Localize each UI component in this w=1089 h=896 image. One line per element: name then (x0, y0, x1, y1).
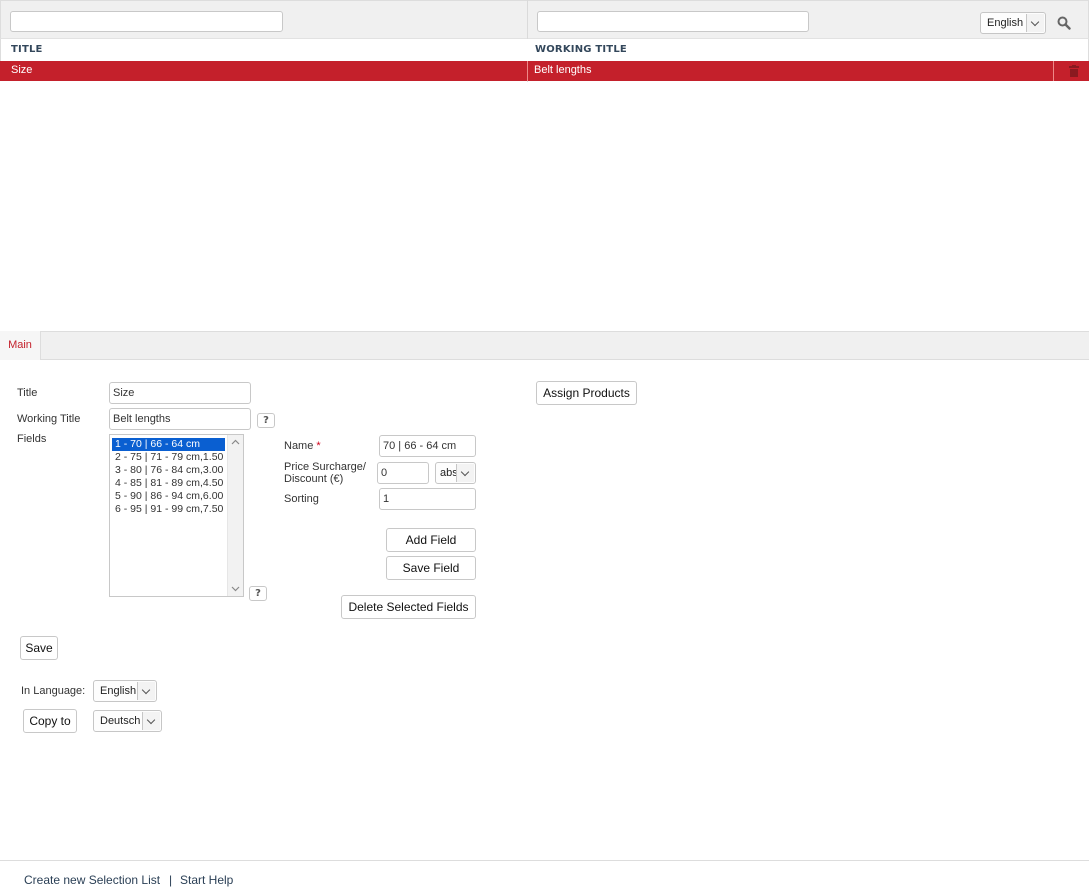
name-label-text: Name (284, 440, 314, 452)
copy-to-button[interactable]: Copy to (23, 709, 77, 733)
price-input[interactable]: 0 (377, 462, 429, 484)
chevron-down-icon (1026, 14, 1044, 32)
working-title-help-button[interactable]: ? (257, 413, 275, 428)
chevron-down-icon (456, 464, 474, 482)
language-filter-select[interactable]: English (980, 12, 1046, 34)
price-label-line-2: Discount (€) (284, 473, 344, 485)
fields-listbox[interactable]: 1 - 70 | 66 - 64 cm 2 - 75 | 71 - 79 cm,… (109, 434, 244, 597)
list-item[interactable]: 5 - 90 | 86 - 94 cm,6.00 (110, 490, 228, 503)
chevron-down-icon (142, 712, 160, 730)
title-filter-input[interactable] (10, 11, 283, 32)
list-item[interactable]: 6 - 95 | 91 - 99 cm,7.50 (110, 503, 228, 516)
list-item[interactable]: 3 - 80 | 76 - 84 cm,3.00 (110, 464, 228, 477)
list-item[interactable]: 4 - 85 | 81 - 89 cm,4.50 (110, 477, 228, 490)
tab-bar (0, 331, 1089, 360)
search-icon[interactable] (1057, 16, 1071, 30)
required-mark: * (316, 440, 321, 452)
start-help-link[interactable]: Start Help (180, 873, 233, 887)
price-label-line-1: Price Surcharge/ (284, 461, 366, 473)
copy-language-value: Deutsch (100, 715, 141, 727)
tab-main[interactable]: Main (0, 331, 41, 360)
row-title: Size (11, 64, 33, 76)
assign-products-button[interactable]: Assign Products (536, 381, 637, 405)
language-filter-value: English (987, 17, 1024, 29)
footer-separator: | (169, 873, 173, 887)
in-language-label: In Language: (21, 685, 86, 697)
working-title-label: Working Title (17, 413, 81, 425)
footer-divider (0, 860, 1089, 861)
create-selection-list-link[interactable]: Create new Selection List (24, 873, 160, 887)
save-field-button[interactable]: Save Field (386, 556, 476, 580)
fields-label: Fields (17, 433, 47, 445)
fields-scrollbar[interactable] (227, 435, 243, 596)
list-item[interactable]: 1 - 70 | 66 - 64 cm (112, 438, 225, 451)
sorting-input[interactable]: 1 (379, 488, 476, 510)
name-label: Name * (284, 440, 321, 452)
row-divider-action (1053, 61, 1054, 81)
price-type-select[interactable]: abs (435, 462, 476, 484)
list-item[interactable]: 2 - 75 | 71 - 79 cm,1.50 (110, 451, 228, 464)
working-title-filter-input[interactable] (537, 11, 809, 32)
copy-language-select[interactable]: Deutsch (93, 710, 162, 732)
fields-help-button[interactable]: ? (249, 586, 267, 601)
price-label: Price Surcharge/ Discount (€) (284, 461, 366, 485)
row-working-title: Belt lengths (534, 64, 592, 76)
chevron-down-icon[interactable] (231, 586, 240, 592)
title-label: Title (17, 387, 38, 399)
sorting-label: Sorting (284, 493, 319, 505)
trash-icon[interactable] (1069, 65, 1079, 77)
add-field-button[interactable]: Add Field (386, 528, 476, 552)
row-divider (527, 61, 528, 81)
in-language-value: English (100, 685, 137, 697)
title-input[interactable]: Size (109, 382, 251, 404)
column-header-working-title[interactable]: WORKING TITLE (535, 44, 627, 55)
delete-selected-fields-button[interactable]: Delete Selected Fields (341, 595, 476, 619)
working-title-input[interactable]: Belt lengths (109, 408, 251, 430)
chevron-down-icon (137, 682, 155, 700)
field-name-input[interactable]: 70 | 66 - 64 cm (379, 435, 476, 457)
in-language-select[interactable]: English (93, 680, 157, 702)
column-header-title[interactable]: TITLE (11, 44, 43, 55)
save-button[interactable]: Save (20, 636, 58, 660)
chevron-up-icon[interactable] (231, 439, 240, 445)
